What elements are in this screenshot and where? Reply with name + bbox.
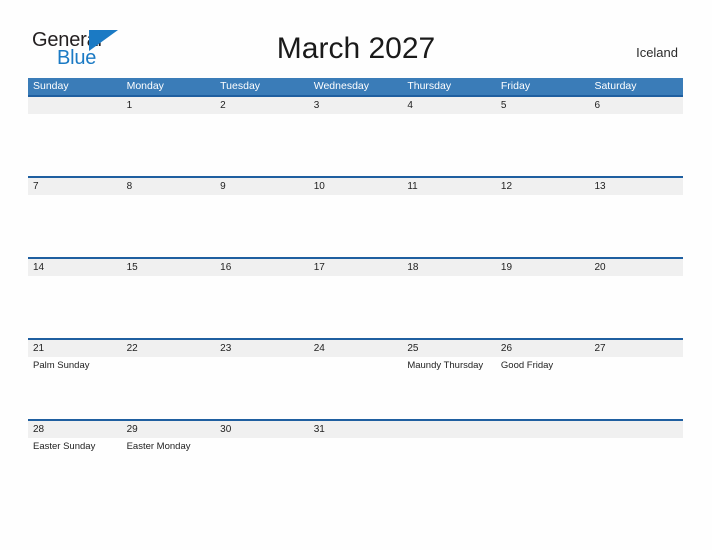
day-number[interactable] (496, 421, 590, 438)
day-number[interactable]: 9 (215, 178, 309, 195)
day-event (309, 357, 403, 419)
week-date-band: 21 22 23 24 25 26 27 (28, 340, 683, 357)
day-event (402, 114, 496, 176)
week-event-band (28, 276, 683, 338)
day-number[interactable]: 24 (309, 340, 403, 357)
day-event: Good Friday (500, 360, 554, 371)
week-event-band (28, 195, 683, 257)
day-number[interactable]: 16 (215, 259, 309, 276)
weekday-header-saturday: Saturday (594, 80, 637, 92)
day-event (122, 276, 216, 338)
day-number[interactable]: 28 (28, 421, 122, 438)
day-number[interactable]: 1 (122, 97, 216, 114)
day-number[interactable]: 12 (496, 178, 590, 195)
week-row: 7 8 9 10 11 12 13 (28, 176, 683, 257)
day-number[interactable]: 26 (496, 340, 590, 357)
day-event (309, 438, 403, 501)
day-event (589, 438, 683, 501)
week-date-band: 1 2 3 4 5 6 (28, 97, 683, 114)
day-number[interactable]: 14 (28, 259, 122, 276)
week-date-band: 7 8 9 10 11 12 13 (28, 178, 683, 195)
day-number[interactable]: 15 (122, 259, 216, 276)
day-number[interactable]: 5 (496, 97, 590, 114)
day-event: Easter Monday (126, 441, 191, 452)
weekday-header-row: Sunday Monday Tuesday Wednesday Thursday… (28, 78, 683, 95)
page-header: General Blue March 2027 Iceland (0, 0, 712, 78)
day-number[interactable]: 29 (122, 421, 216, 438)
week-event-band (28, 114, 683, 176)
day-event (215, 357, 309, 419)
day-event (496, 114, 590, 176)
day-number[interactable]: 2 (215, 97, 309, 114)
day-number[interactable]: 23 (215, 340, 309, 357)
week-event-band: Palm Sunday Maundy Thursday Good Friday (28, 357, 683, 419)
day-event (402, 195, 496, 257)
day-event (496, 438, 590, 501)
day-number[interactable]: 30 (215, 421, 309, 438)
day-event (589, 195, 683, 257)
day-event (122, 195, 216, 257)
day-event: Easter Sunday (33, 441, 96, 452)
week-row: 21 22 23 24 25 26 27 Palm Sunday Maundy … (28, 338, 683, 419)
region-label: Iceland (636, 45, 678, 60)
day-event (28, 276, 122, 338)
day-number[interactable]: 17 (309, 259, 403, 276)
week-row: 1 2 3 4 5 6 (28, 95, 683, 176)
day-number[interactable]: 6 (589, 97, 683, 114)
week-date-band: 14 15 16 17 18 19 20 (28, 259, 683, 276)
day-number[interactable] (402, 421, 496, 438)
calendar-table: Sunday Monday Tuesday Wednesday Thursday… (28, 78, 683, 501)
day-event (309, 276, 403, 338)
day-event (496, 276, 590, 338)
day-event (309, 195, 403, 257)
weekday-header-monday: Monday (126, 80, 164, 92)
day-event (28, 195, 122, 257)
day-event (589, 114, 683, 176)
day-event (589, 276, 683, 338)
day-event (215, 276, 309, 338)
day-number[interactable]: 20 (589, 259, 683, 276)
day-number[interactable]: 8 (122, 178, 216, 195)
week-row: 14 15 16 17 18 19 20 (28, 257, 683, 338)
week-date-band: 28 29 30 31 (28, 421, 683, 438)
day-number[interactable]: 19 (496, 259, 590, 276)
day-number[interactable]: 31 (309, 421, 403, 438)
day-event: Maundy Thursday (407, 360, 484, 371)
week-row: 28 29 30 31 Easter Sunday Easter Monday (28, 419, 683, 501)
day-number[interactable]: 22 (122, 340, 216, 357)
day-number[interactable]: 11 (402, 178, 496, 195)
week-event-band: Easter Sunday Easter Monday (28, 438, 683, 501)
day-number[interactable]: 27 (589, 340, 683, 357)
day-event (28, 114, 122, 176)
day-event (215, 114, 309, 176)
day-number[interactable]: 4 (402, 97, 496, 114)
day-event (122, 114, 216, 176)
day-event (589, 357, 683, 419)
day-number[interactable]: 25 (402, 340, 496, 357)
day-number[interactable]: 18 (402, 259, 496, 276)
day-event (215, 438, 309, 501)
day-event (496, 195, 590, 257)
weekday-header-tuesday: Tuesday (220, 80, 261, 92)
day-number[interactable]: 7 (28, 178, 122, 195)
day-event (402, 438, 496, 501)
calendar-page: General Blue March 2027 Iceland Sunday M… (0, 0, 712, 550)
day-number[interactable]: 21 (28, 340, 122, 357)
day-number[interactable]: 10 (309, 178, 403, 195)
day-event (215, 195, 309, 257)
day-number[interactable] (589, 421, 683, 438)
day-number[interactable]: 13 (589, 178, 683, 195)
day-number[interactable]: 3 (309, 97, 403, 114)
day-number[interactable] (28, 97, 122, 114)
day-event (122, 357, 216, 419)
day-event (309, 114, 403, 176)
page-title: March 2027 (276, 32, 436, 65)
day-event (402, 276, 496, 338)
weekday-header-thursday: Thursday (407, 80, 452, 92)
day-event: Palm Sunday (33, 360, 90, 371)
weekday-header-wednesday: Wednesday (313, 80, 369, 92)
weekday-header-friday: Friday (500, 80, 531, 92)
weekday-header-sunday: Sunday (33, 80, 69, 92)
